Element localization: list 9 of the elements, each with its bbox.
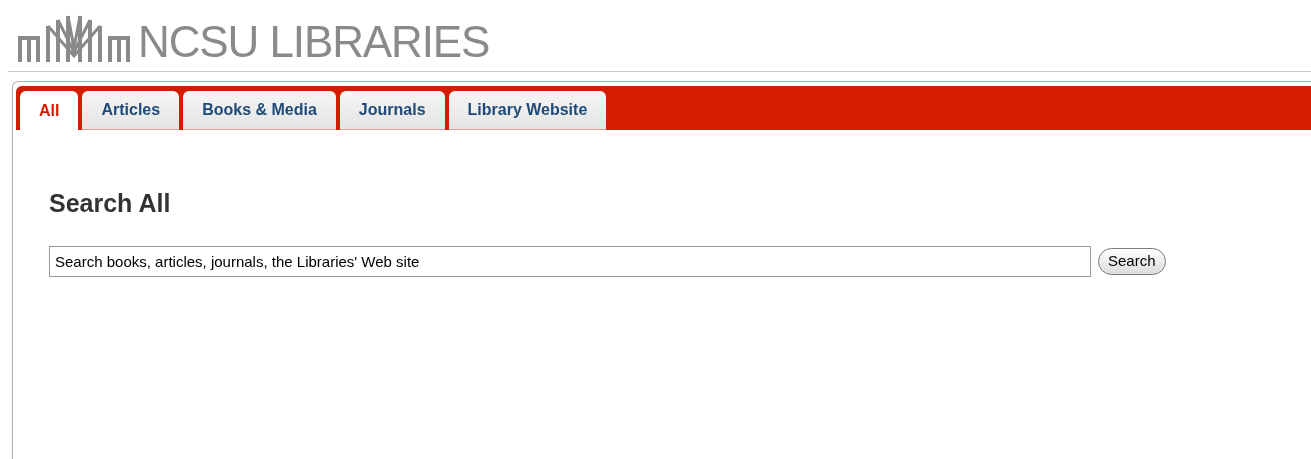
- tab[interactable]: All: [20, 91, 79, 130]
- tab[interactable]: Library Website: [448, 91, 607, 130]
- search-field[interactable]: Search books, articles, journals, the Libraries' Web site: [49, 245, 1091, 277]
- logo-text: NCSU LIBRARIES: [138, 20, 490, 64]
- tab[interactable]: Books & Media: [183, 91, 336, 130]
- tab[interactable]: Journals: [339, 91, 445, 130]
- search-button[interactable]: Search: [1098, 247, 1166, 275]
- search-heading: Search All: [49, 188, 172, 219]
- tab[interactable]: Articles: [82, 91, 180, 130]
